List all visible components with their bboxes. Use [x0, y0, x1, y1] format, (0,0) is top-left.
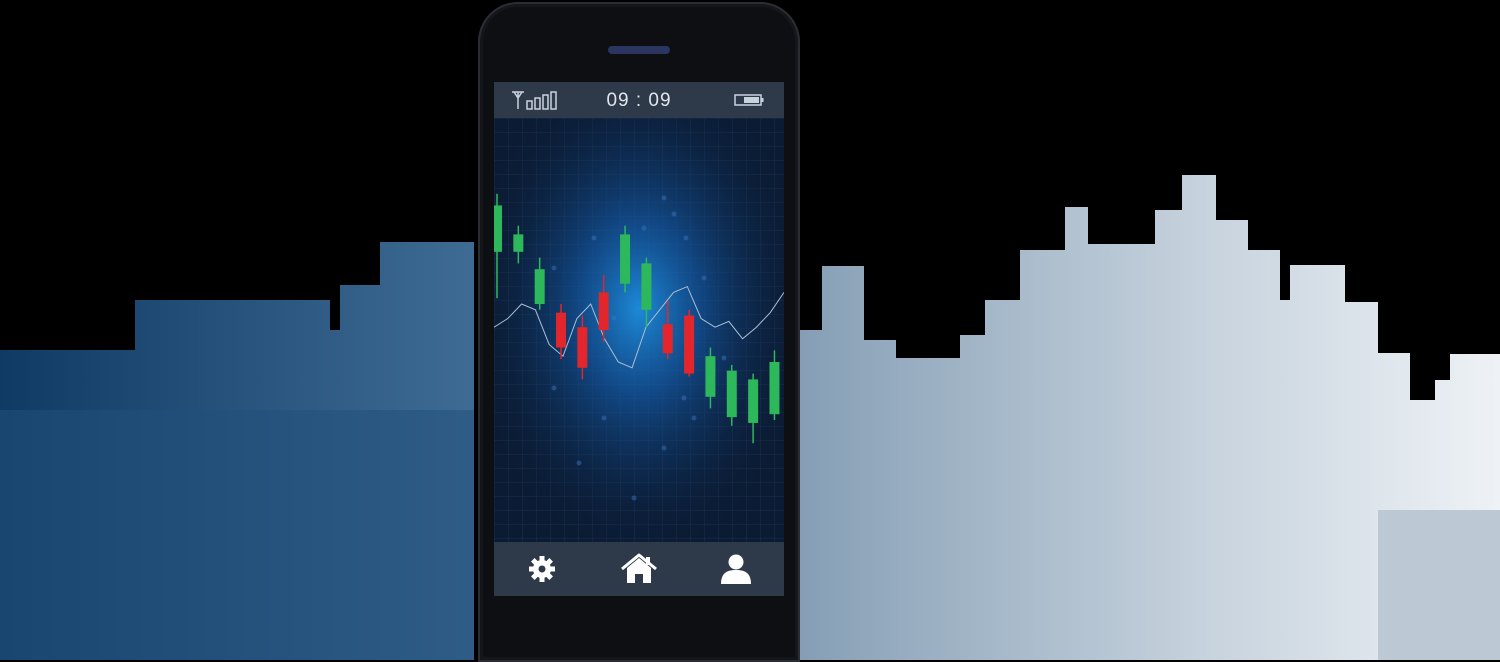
status-bar: 09 : 09	[494, 82, 784, 118]
skyline-right-shade	[1378, 510, 1500, 660]
particle-dot	[641, 225, 647, 231]
settings-button[interactable]	[494, 542, 590, 596]
particle-dot	[591, 235, 597, 241]
user-icon	[721, 554, 751, 584]
particle-dot	[601, 415, 607, 421]
battery-icon	[734, 94, 764, 106]
particle-dot	[611, 315, 617, 321]
particle-dot	[551, 385, 557, 391]
gear-icon	[529, 556, 555, 582]
candle-up	[534, 269, 545, 304]
bottom-nav-bar	[494, 542, 784, 596]
candle-up	[726, 370, 737, 418]
particle-dot	[551, 265, 557, 271]
smartphone: 09 : 09	[478, 2, 800, 662]
home-button[interactable]	[591, 542, 687, 596]
candle-down	[662, 324, 673, 354]
particle-dot	[671, 211, 677, 217]
home-icon	[621, 553, 657, 583]
particle-dot	[661, 195, 667, 201]
candle-up	[494, 205, 502, 252]
candlestick-chart	[494, 118, 784, 542]
candle-down	[684, 315, 695, 374]
candle-up	[620, 234, 631, 284]
particle-dot	[681, 395, 687, 401]
particle-dot	[576, 460, 582, 466]
particle-dot	[721, 355, 727, 361]
skyline-left-shade	[0, 410, 474, 660]
profile-button[interactable]	[688, 542, 784, 596]
candle-up	[748, 379, 759, 423]
particle-dot	[683, 235, 689, 241]
candle-down	[598, 292, 609, 331]
candle-up	[513, 234, 524, 252]
particle-dot	[661, 445, 667, 451]
candle-up	[641, 263, 652, 310]
candle-up	[769, 362, 780, 415]
candle-up	[705, 356, 716, 397]
phone-screen: 09 : 09	[494, 82, 784, 596]
chart-glow	[494, 118, 784, 542]
particle-dot	[631, 495, 637, 501]
speaker-grille	[608, 46, 670, 54]
candle-down	[577, 327, 588, 368]
candle-down	[556, 312, 567, 348]
particle-dot	[691, 415, 697, 421]
particle-dot	[701, 275, 707, 281]
